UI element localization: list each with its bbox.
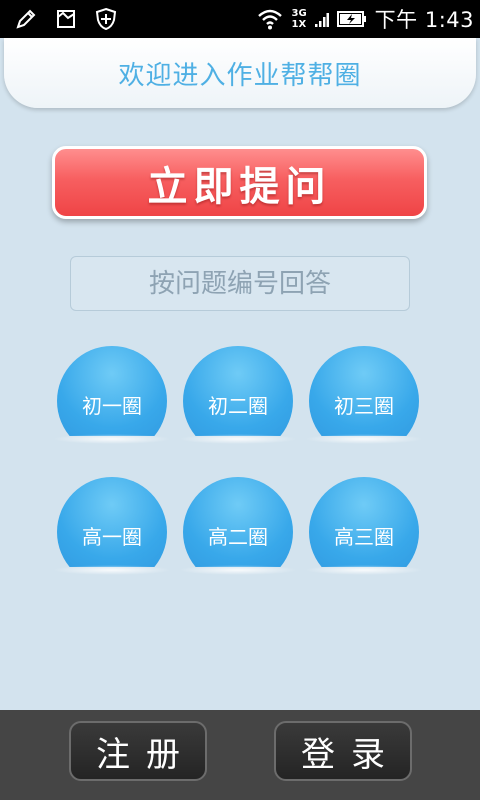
signal-icon: [314, 8, 329, 30]
image-icon: [54, 7, 78, 31]
network-type-label: 3G 1X: [291, 8, 306, 30]
circle-grade-11[interactable]: 高二圈: [177, 477, 299, 597]
ask-question-label: 立即提问: [147, 163, 332, 210]
shield-plus-icon: [94, 7, 118, 31]
register-button[interactable]: 注册: [69, 721, 207, 781]
status-time: 下午 1:43: [374, 8, 474, 32]
circle-label: 初三圈: [334, 394, 394, 418]
login-label: 登录: [301, 734, 401, 775]
circle-grade-7[interactable]: 初一圈: [51, 346, 173, 466]
pencil-icon: [14, 7, 38, 31]
circle-grade-9[interactable]: 初三圈: [303, 346, 425, 466]
status-bar: 3G 1X 下午 1:43: [0, 0, 480, 38]
ask-question-button[interactable]: 立即提问: [52, 146, 427, 219]
status-left: [14, 7, 118, 31]
circle-label: 初二圈: [208, 394, 268, 418]
wifi-icon: [257, 8, 283, 30]
network-top-label: 3G: [291, 8, 307, 19]
page-title: 欢迎进入作业帮帮圈: [118, 60, 362, 91]
circle-grade-8[interactable]: 初二圈: [177, 346, 299, 466]
status-right: 3G 1X 下午 1:43: [257, 4, 474, 34]
circle-grade-10[interactable]: 高一圈: [51, 477, 173, 597]
network-bottom-label: 1X: [291, 19, 307, 30]
circle-label: 初一圈: [82, 394, 142, 418]
circle-label: 高一圈: [82, 525, 142, 549]
circle-label: 高二圈: [208, 525, 268, 549]
answer-by-number-input[interactable]: [70, 256, 410, 311]
circle-label: 高三圈: [334, 525, 394, 549]
login-button[interactable]: 登录: [274, 721, 412, 781]
battery-charging-icon: [336, 9, 367, 29]
bottom-bar: 注册 登录: [0, 710, 480, 800]
header-card: 欢迎进入作业帮帮圈: [4, 38, 476, 108]
circle-grade-12[interactable]: 高三圈: [303, 477, 425, 597]
register-label: 注册: [96, 734, 196, 775]
